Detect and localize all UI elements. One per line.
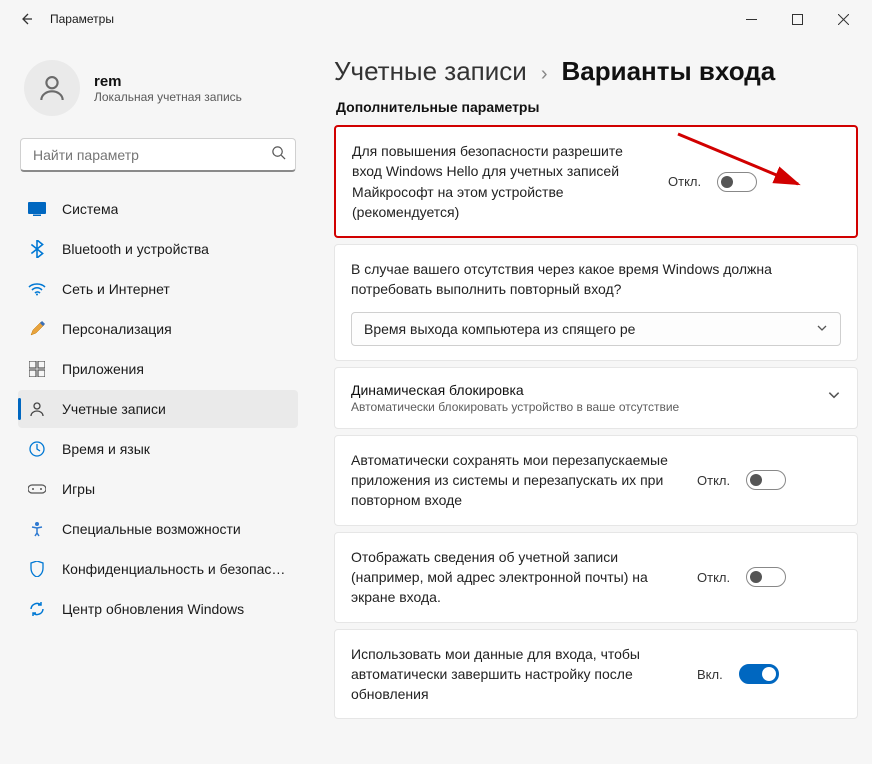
bluetooth-icon bbox=[28, 240, 46, 258]
shield-icon bbox=[28, 560, 46, 578]
nav-accessibility[interactable]: Специальные возможности bbox=[18, 510, 298, 548]
window-title: Параметры bbox=[50, 12, 114, 26]
toggle-state-label: Вкл. bbox=[697, 667, 723, 682]
maximize-icon bbox=[792, 14, 803, 25]
section-heading: Дополнительные параметры bbox=[336, 99, 858, 115]
card-text: Отображать сведения об учетной записи (н… bbox=[351, 547, 681, 608]
window-controls bbox=[728, 4, 866, 34]
card-text: Использовать мои данные для входа, чтобы… bbox=[351, 644, 681, 705]
user-subtitle: Локальная учетная запись bbox=[94, 90, 242, 104]
nav-apps[interactable]: Приложения bbox=[18, 350, 298, 388]
card-require-signin: В случае вашего отсутствия через какое в… bbox=[334, 244, 858, 361]
toggle-show-account-details[interactable] bbox=[746, 567, 786, 587]
accessibility-icon bbox=[28, 520, 46, 538]
toggle-state-label: Откл. bbox=[697, 473, 730, 488]
card-text: В случае вашего отсутствия через какое в… bbox=[351, 259, 841, 300]
card-show-account-details: Отображать сведения об учетной записи (н… bbox=[334, 532, 858, 623]
paintbrush-icon bbox=[28, 320, 46, 338]
back-button[interactable] bbox=[6, 4, 46, 34]
minimize-icon bbox=[746, 14, 757, 25]
nav-label: Время и язык bbox=[62, 441, 150, 457]
nav-list: Система Bluetooth и устройства Сеть и Ин… bbox=[18, 190, 298, 628]
nav-label: Сеть и Интернет bbox=[62, 281, 170, 297]
user-name: rem bbox=[94, 73, 242, 90]
card-use-signin-info: Использовать мои данные для входа, чтобы… bbox=[334, 629, 858, 720]
nav-network[interactable]: Сеть и Интернет bbox=[18, 270, 298, 308]
nav-label: Приложения bbox=[62, 361, 144, 377]
toggle-use-signin-info[interactable] bbox=[739, 664, 779, 684]
display-icon bbox=[28, 200, 46, 218]
maximize-button[interactable] bbox=[774, 4, 820, 34]
nav-personalization[interactable]: Персонализация bbox=[18, 310, 298, 348]
accounts-icon bbox=[28, 400, 46, 418]
chevron-down-icon bbox=[816, 321, 828, 337]
gamepad-icon bbox=[28, 480, 46, 498]
close-button[interactable] bbox=[820, 4, 866, 34]
breadcrumb: Учетные записи › Варианты входа bbox=[334, 56, 858, 87]
clock-globe-icon bbox=[28, 440, 46, 458]
nav-label: Система bbox=[62, 201, 118, 217]
search-input[interactable] bbox=[20, 138, 296, 172]
sidebar: rem Локальная учетная запись Система Blu… bbox=[0, 38, 310, 764]
nav-label: Специальные возможности bbox=[62, 521, 241, 537]
search-icon bbox=[271, 145, 286, 165]
card-text: Автоматически сохранять мои перезапускае… bbox=[351, 450, 681, 511]
nav-games[interactable]: Игры bbox=[18, 470, 298, 508]
user-icon bbox=[36, 72, 68, 104]
nav-privacy[interactable]: Конфиденциальность и безопасность bbox=[18, 550, 298, 588]
toggle-state-label: Откл. bbox=[697, 570, 730, 585]
apps-icon bbox=[28, 360, 46, 378]
main-content: Учетные записи › Варианты входа Дополнит… bbox=[310, 38, 872, 764]
arrow-left-icon bbox=[18, 11, 34, 27]
card-title: Динамическая блокировка bbox=[351, 382, 811, 398]
nav-label: Центр обновления Windows bbox=[62, 601, 244, 617]
titlebar: Параметры bbox=[0, 0, 872, 38]
toggle-windows-hello[interactable] bbox=[717, 172, 757, 192]
chevron-right-icon: › bbox=[541, 63, 548, 86]
breadcrumb-parent[interactable]: Учетные записи bbox=[334, 56, 527, 87]
card-dynamic-lock[interactable]: Динамическая блокировка Автоматически бл… bbox=[334, 367, 858, 429]
card-restart-apps: Автоматически сохранять мои перезапускае… bbox=[334, 435, 858, 526]
breadcrumb-current: Варианты входа bbox=[561, 56, 775, 87]
nav-label: Игры bbox=[62, 481, 95, 497]
avatar bbox=[24, 60, 80, 116]
user-info: rem Локальная учетная запись bbox=[94, 73, 242, 104]
card-subtitle: Автоматически блокировать устройство в в… bbox=[351, 400, 811, 414]
minimize-button[interactable] bbox=[728, 4, 774, 34]
toggle-restart-apps[interactable] bbox=[746, 470, 786, 490]
nav-windows-update[interactable]: Центр обновления Windows bbox=[18, 590, 298, 628]
toggle-state-label: Откл. bbox=[668, 174, 701, 189]
nav-label: Bluetooth и устройства bbox=[62, 241, 209, 257]
nav-label: Конфиденциальность и безопасность bbox=[62, 561, 288, 577]
search-wrap bbox=[20, 138, 296, 172]
update-icon bbox=[28, 600, 46, 618]
card-windows-hello: Для повышения безопасности разрешите вхо… bbox=[334, 125, 858, 238]
user-block[interactable]: rem Локальная учетная запись bbox=[18, 44, 298, 138]
nav-accounts[interactable]: Учетные записи bbox=[18, 390, 298, 428]
chevron-down-icon bbox=[827, 388, 841, 407]
card-text: Для повышения безопасности разрешите вхо… bbox=[352, 141, 652, 222]
dropdown-value: Время выхода компьютера из спящего ре bbox=[364, 321, 635, 337]
nav-bluetooth[interactable]: Bluetooth и устройства bbox=[18, 230, 298, 268]
dropdown-require-signin[interactable]: Время выхода компьютера из спящего ре bbox=[351, 312, 841, 346]
nav-system[interactable]: Система bbox=[18, 190, 298, 228]
close-icon bbox=[838, 14, 849, 25]
nav-label: Персонализация bbox=[62, 321, 172, 337]
nav-label: Учетные записи bbox=[62, 401, 166, 417]
nav-time-language[interactable]: Время и язык bbox=[18, 430, 298, 468]
wifi-icon bbox=[28, 280, 46, 298]
